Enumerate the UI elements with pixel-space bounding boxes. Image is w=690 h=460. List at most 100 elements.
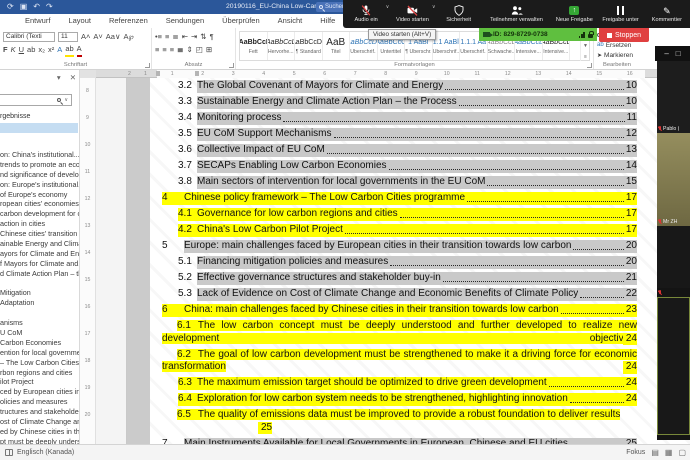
- navpane-item[interactable]: of Europe's economy: [0, 190, 80, 200]
- navpane-search-input[interactable]: ∨: [0, 94, 72, 106]
- style-cell[interactable]: 1.1 AaBl Überschrif...: [433, 32, 461, 60]
- font-dialog-launcher[interactable]: [145, 63, 150, 68]
- print-layout-icon[interactable]: ▦: [665, 448, 673, 457]
- change-case-icon[interactable]: Aa∨: [106, 31, 121, 43]
- pause-share-button[interactable]: Freigabe unter: [597, 0, 643, 28]
- navpane-selected-item[interactable]: [0, 123, 78, 133]
- toc-entry-3.6[interactable]: 3.6Collective Impact of EU CoM13: [162, 144, 637, 157]
- active-speaker-tile[interactable]: [657, 297, 690, 435]
- navpane-item[interactable]: – The Low Carbon Cities pr...: [0, 358, 80, 368]
- navpane-item[interactable]: Chinese cities' transition to...: [0, 229, 80, 239]
- participant-tile[interactable]: Pablo (: [657, 61, 690, 133]
- strikethrough-icon[interactable]: ab: [27, 44, 35, 56]
- style-cell[interactable]: AaB Titel: [323, 32, 351, 60]
- document-page[interactable]: 3.2The Global Covenant of Mayors for Cli…: [150, 78, 690, 444]
- bold-icon[interactable]: F: [3, 44, 8, 56]
- align-right-icon[interactable]: ≡: [170, 44, 174, 56]
- style-cell[interactable]: AaBbCcI Fett: [240, 32, 268, 60]
- indent-marker[interactable]: [156, 71, 160, 76]
- toc-entry-3.5[interactable]: 3.5EU CoM Support Mechanisms12: [162, 128, 637, 141]
- navpane-item[interactable]: ed by Chinese cities in thei...: [0, 427, 80, 437]
- navpane-item[interactable]: on: China's institutional...: [0, 150, 80, 160]
- paragraph-dialog-launcher[interactable]: [229, 63, 234, 68]
- navpane-item[interactable]: ilot Project: [0, 377, 80, 387]
- align-left-icon[interactable]: ≡: [155, 44, 159, 56]
- toc-entry-6.1[interactable]: 6.1The low carbon concept must be deeply…: [162, 320, 637, 345]
- stop-share-button[interactable]: Stoppen: [599, 28, 649, 42]
- navpane-item[interactable]: olicies and measures: [0, 397, 80, 407]
- ribbon-tab[interactable]: Sendungen: [157, 14, 213, 28]
- participant-tile[interactable]: Mr ZH: [657, 133, 690, 226]
- hanging-indent-marker[interactable]: [195, 71, 199, 76]
- navpane-item[interactable]: rbon regions and cities: [0, 368, 80, 378]
- horizontal-ruler[interactable]: 2 1 12345678910111213141516: [96, 70, 690, 78]
- navpane-item[interactable]: carbon development for c...: [0, 209, 80, 219]
- font-size-combo[interactable]: 11: [58, 32, 78, 42]
- underline-icon[interactable]: U: [19, 44, 24, 56]
- highlight-color-icon[interactable]: ab: [65, 43, 73, 57]
- navpane-item[interactable]: anisms: [0, 318, 80, 328]
- subscript-icon[interactable]: x₂: [38, 44, 45, 56]
- numbering-icon[interactable]: ≡: [165, 31, 169, 43]
- read-mode-icon[interactable]: ▤: [651, 448, 659, 457]
- italic-icon[interactable]: K: [11, 44, 16, 56]
- toc-entry-5[interactable]: 5Europe: main challenges faced by Europe…: [162, 240, 637, 253]
- font-color-icon[interactable]: A: [77, 43, 82, 57]
- unmute-audio-button[interactable]: Audio ein ∨: [343, 0, 389, 28]
- navpane-item[interactable]: Mitigation: [0, 288, 80, 298]
- grow-font-icon[interactable]: A˄: [81, 31, 90, 43]
- toc-entry-6.5[interactable]: 6.5The quality of emissions data must be…: [162, 409, 637, 434]
- ribbon-tab[interactable]: Hilfe: [311, 14, 344, 28]
- vertical-ruler[interactable]: 891011121314151617181920: [80, 78, 96, 444]
- toc-entry-5.1[interactable]: 5.1Financing mitigation policies and mea…: [162, 256, 637, 269]
- toc-entry-3.3[interactable]: 3.3Sustainable Energy and Climate Action…: [162, 96, 637, 109]
- navpane-item[interactable]: on: Europe's institutional...: [0, 180, 80, 190]
- toc-entry-5.3[interactable]: 5.3Lack of Evidence on Cost of Climate C…: [162, 288, 637, 301]
- language-status[interactable]: Englisch (Kanada): [17, 449, 74, 456]
- start-video-button[interactable]: Video starten ∨: [389, 0, 435, 28]
- navpane-item[interactable]: d Climate Action Plan – th...: [0, 269, 80, 279]
- shading-icon[interactable]: ◰: [196, 44, 203, 56]
- toc-entry-6.3[interactable]: 6.3The maximum emission target should be…: [162, 377, 637, 390]
- navpane-item[interactable]: U CoM: [0, 328, 80, 338]
- save-icon[interactable]: ▣: [20, 0, 28, 14]
- toc-entry-4[interactable]: 4Chinese policy framework – The Low Carb…: [162, 192, 637, 205]
- navpane-dropdown-icon[interactable]: ▾: [57, 73, 61, 82]
- chevron-down-icon[interactable]: ∨: [64, 97, 68, 103]
- clear-format-icon[interactable]: A℘: [123, 31, 133, 43]
- toc-entry-6.2[interactable]: 6.2The goal of low carbon development mu…: [162, 349, 637, 374]
- gallery-down-icon[interactable]: ▼: [583, 43, 588, 49]
- font-name-combo[interactable]: Calibri (Texti: [3, 32, 55, 42]
- toc-entry-5.2[interactable]: 5.2Effective governance structures and s…: [162, 272, 637, 285]
- navpane-close-icon[interactable]: ✕: [70, 73, 76, 82]
- ribbon-tab[interactable]: Überprüfen: [213, 14, 269, 28]
- web-layout-icon[interactable]: ▢: [678, 448, 686, 457]
- manage-participants-button[interactable]: Teilnehmer verwalten: [482, 0, 551, 28]
- toc-entry-6.4[interactable]: 6.4Exploration for low carbon system nee…: [162, 393, 637, 406]
- justify-icon[interactable]: ≣: [177, 44, 183, 56]
- navpane-item[interactable]: nd significance of develo...: [0, 170, 80, 180]
- style-cell[interactable]: AaBbCcDc ¶ Standard: [295, 32, 323, 60]
- select-button[interactable]: ➤ Markieren: [597, 50, 637, 60]
- toc-entry-3.4[interactable]: 3.4Monitoring process11: [162, 112, 637, 125]
- navpane-item[interactable]: ost of Climate Change and...: [0, 417, 80, 427]
- navpane-item[interactable]: ced by European cities in t...: [0, 387, 80, 397]
- toc-entry-4.2[interactable]: 4.2China's Low Carbon Pilot Project17: [162, 224, 637, 237]
- titlebar-search[interactable]: Suchen: [316, 2, 344, 12]
- navpane-item[interactable]: f Mayors for Climate and...: [0, 259, 80, 269]
- multilevel-icon[interactable]: ≣: [172, 31, 178, 43]
- navpane-item[interactable]: trends to promote an eco...: [0, 160, 80, 170]
- navpane-item[interactable]: [0, 308, 80, 318]
- toc-entry-4.1[interactable]: 4.1Governance for low carbon regions and…: [162, 208, 637, 221]
- new-share-button[interactable]: ↑ Neue Freigabe: [551, 0, 597, 28]
- ribbon-tab[interactable]: Entwurf: [16, 14, 59, 28]
- ribbon-tab[interactable]: Ansicht: [269, 14, 312, 28]
- pilcrow-icon[interactable]: ¶: [210, 31, 214, 43]
- indent-decrease-icon[interactable]: ⇤: [182, 31, 188, 43]
- focus-mode-button[interactable]: Fokus: [626, 449, 645, 456]
- autosave-icon[interactable]: ⟳: [7, 0, 14, 14]
- security-button[interactable]: Sicherheit: [436, 0, 482, 28]
- shrink-font-icon[interactable]: A˅: [93, 31, 102, 43]
- navpane-item[interactable]: tructures and stakeholder...: [0, 407, 80, 417]
- redo-icon[interactable]: ↷: [46, 0, 53, 14]
